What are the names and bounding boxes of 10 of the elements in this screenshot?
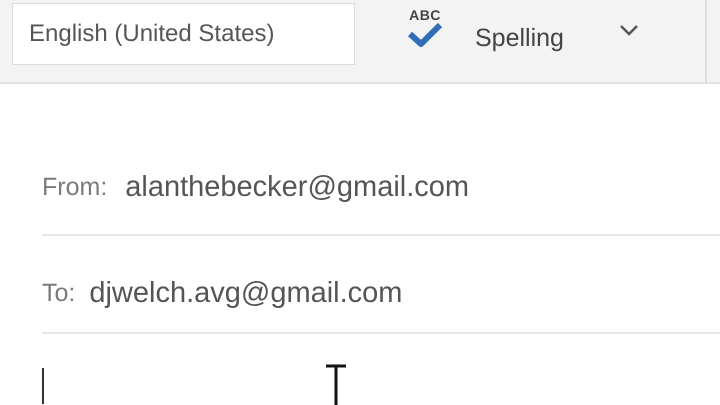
chevron-down-icon[interactable] xyxy=(618,24,639,36)
language-field[interactable]: English (United States) xyxy=(12,3,355,65)
abc-label: ABC xyxy=(409,8,441,22)
sender-address[interactable]: alanthebecker@gmail.com xyxy=(125,166,470,210)
checkmark-icon[interactable] xyxy=(407,22,443,48)
text-cursor-icon xyxy=(324,364,348,405)
field-label: From: xyxy=(42,172,108,204)
field-label: To: xyxy=(42,278,76,310)
recipient-address[interactable]: djwelch.avg@gmail.com xyxy=(89,272,402,316)
spelling-button[interactable]: Spelling xyxy=(475,20,564,58)
